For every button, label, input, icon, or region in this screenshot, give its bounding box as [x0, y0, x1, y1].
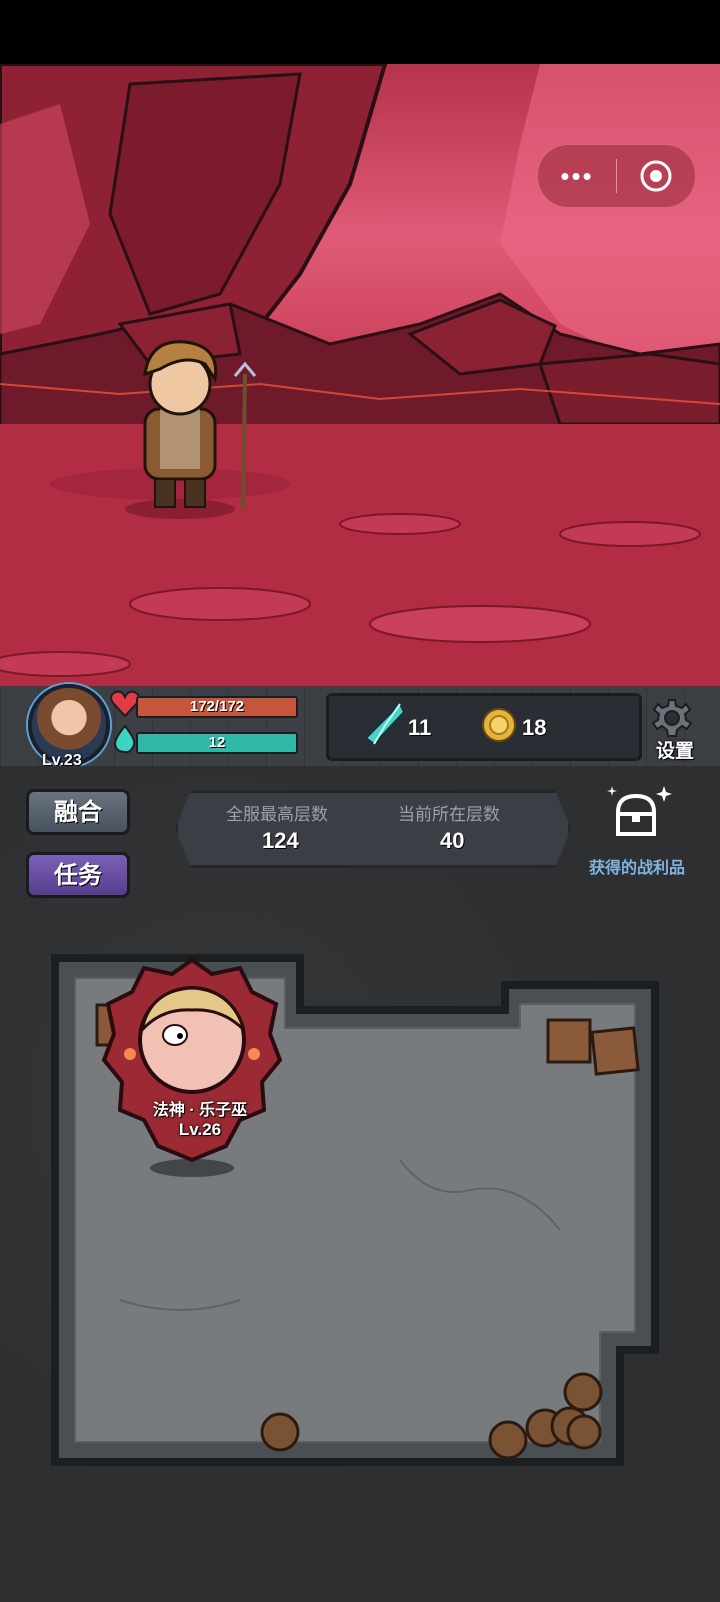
dungeon-room-map	[51, 954, 659, 1466]
hero-name: 法神 · 乐子巫	[152, 1102, 248, 1119]
hero-level: Lv.26	[178, 1120, 222, 1139]
